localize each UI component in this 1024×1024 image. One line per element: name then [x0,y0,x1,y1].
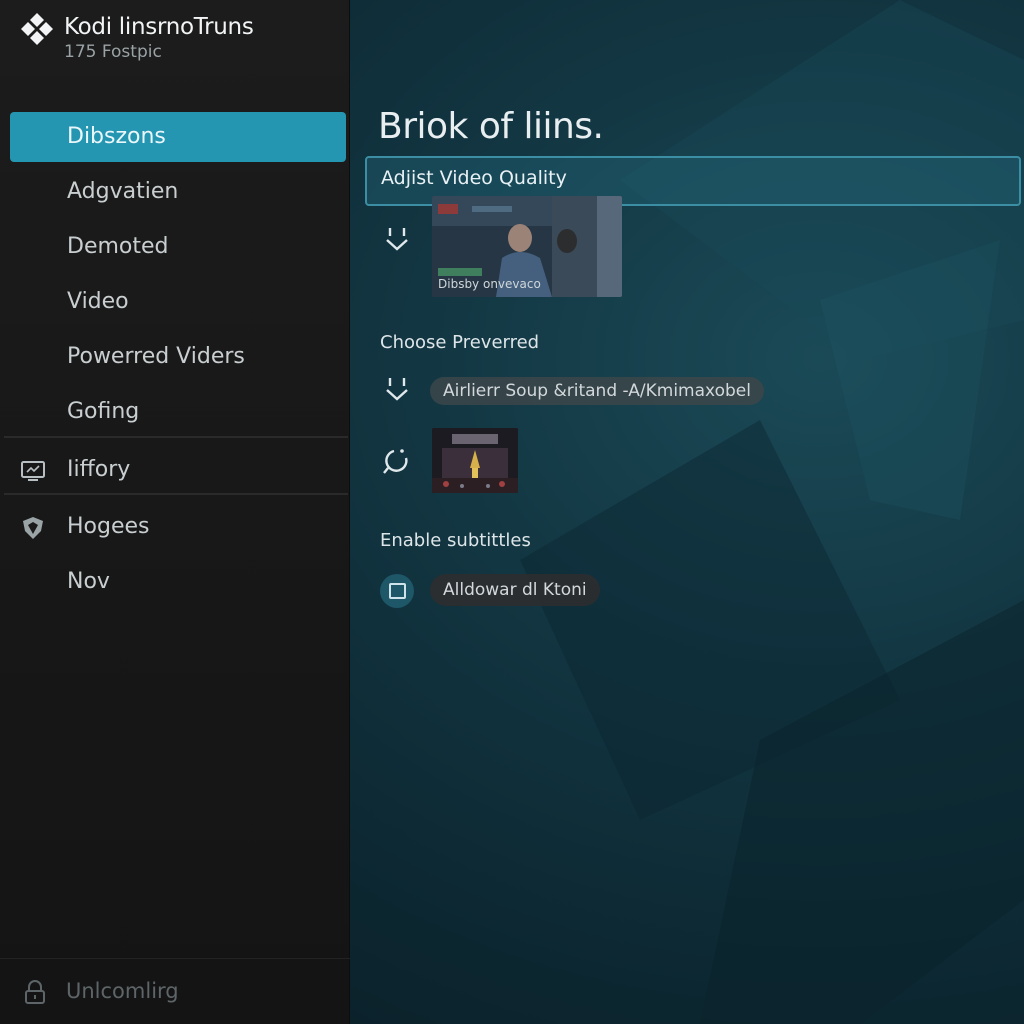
shield-icon [23,517,43,539]
sidebar-item-iiffory[interactable]: Iiffory [10,445,346,495]
lock-icon [25,980,45,1004]
sidebar-item-label: Adgvatien [67,179,179,204]
choose-preferred-heading: Choose Preverred [380,332,540,353]
stage-thumbnail[interactable] [432,428,518,493]
chevron-down-icon[interactable] [382,374,412,404]
sidebar-item-label: Powerred Viders [67,344,245,369]
sidebar-item-demoted[interactable]: Demoted [10,222,346,272]
sidebar-item-label: Gofing [67,399,140,424]
video-preview-thumbnail[interactable]: Dibsby onvevaco [432,196,622,297]
stage-image [432,428,518,493]
sidebar-item-nov[interactable]: Nov [10,557,346,607]
sidebar-item-label: Hogees [67,514,150,539]
sidebar-item-dibszons[interactable]: Dibszons [10,112,346,162]
refresh-icon[interactable] [382,446,412,476]
subtitles-checkbox[interactable] [380,574,414,608]
monitor-icon [21,461,45,481]
app-title: Kodi linsrnoTruns [64,14,254,40]
checkbox-box-icon [389,583,406,599]
sidebar-item-powerred-viders[interactable]: Powerred Viders [10,332,346,382]
sidebar-item-label: Nov [67,569,110,594]
sidebar-footer-item[interactable]: Unlcomlirg [0,958,350,1024]
sidebar-divider [4,493,348,495]
adjust-video-quality-label: Adjist Video Quality [381,167,567,189]
sidebar-item-label: Demoted [67,234,169,259]
sidebar-item-video[interactable]: Video [10,277,346,327]
sidebar-item-hogees[interactable]: Hogees [10,502,346,552]
app-subtitle: 175 Fostpic [64,42,162,62]
audio-track-pill[interactable]: Airlierr Soup &ritand -A/Kmimaxobel [430,377,764,405]
kodi-logo-icon [21,13,53,45]
sidebar: Kodi linsrnoTruns 175 Fostpic Dibszons A… [0,0,350,1024]
sidebar-item-label: Iiffory [67,457,131,482]
preview-caption: Dibsby onvevaco [438,277,541,291]
main-panel: Briok of liins. Adjist Video Quality Dib… [350,0,1024,1024]
chevron-down-icon[interactable] [382,224,412,254]
sidebar-divider [4,436,348,438]
subtitle-language-pill[interactable]: Alldowar dl Ktoni [430,574,600,606]
footer-label: Unlcomlirg [66,979,179,1003]
page-title: Briok of liins. [378,106,604,147]
sidebar-item-adgvatien[interactable]: Adgvatien [10,167,346,217]
sidebar-item-label: Dibszons [67,124,166,149]
enable-subtitles-heading: Enable subtittles [380,530,531,551]
sidebar-item-label: Video [67,289,129,314]
sidebar-item-gofing[interactable]: Gofing [10,387,346,437]
